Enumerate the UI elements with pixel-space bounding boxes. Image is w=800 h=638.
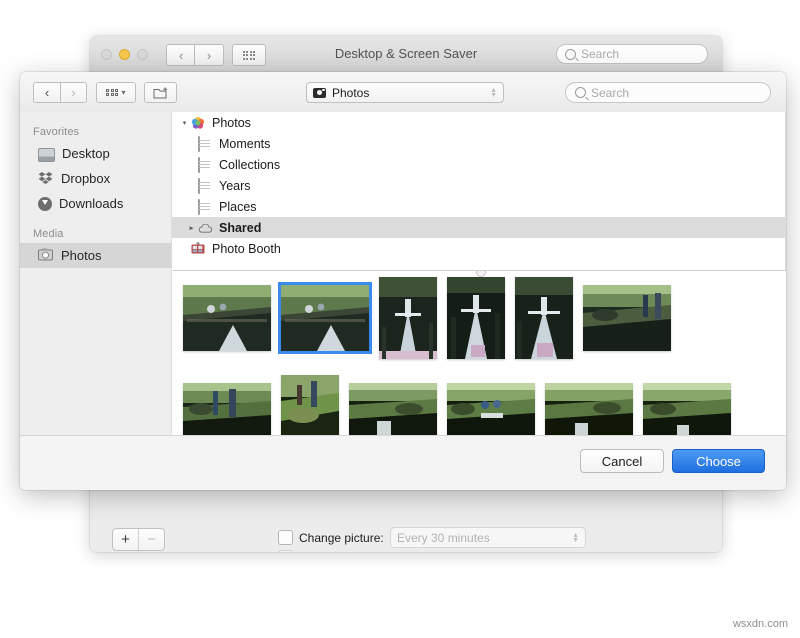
thumbnail-browser (173, 270, 786, 436)
tree-row-photo-booth[interactable]: Photo Booth (172, 238, 785, 259)
sidebar-header-favorites: Favorites (20, 122, 171, 141)
add-folder-button[interactable]: + (113, 529, 138, 550)
watermark: wsxdn.com (733, 618, 788, 630)
sidebar-item-desktop[interactable]: Desktop (20, 141, 171, 166)
prefs-search-placeholder: Search (581, 47, 619, 61)
thumbnail-row (173, 383, 786, 436)
photo-thumbnail[interactable] (447, 383, 535, 436)
photo-thumbnail[interactable] (583, 285, 671, 351)
sidebar-item-label: Photos (61, 248, 101, 263)
tree-row-label: Photo Booth (212, 242, 281, 256)
tree-row-label: Photos (212, 116, 251, 130)
navigate-forward-button[interactable]: › (60, 82, 87, 103)
chevron-updown-icon: ▲▼ (490, 88, 497, 98)
random-order-label: Random order (299, 551, 376, 553)
folder-icon (198, 137, 213, 151)
photo-thumbnail[interactable] (643, 383, 731, 436)
sidebar: Favorites Desktop Dropbox (20, 112, 172, 436)
sidebar-item-label: Dropbox (61, 171, 110, 186)
thumbnail-row (173, 285, 786, 359)
tree-row-years[interactable]: Years (172, 175, 785, 196)
search-icon (575, 87, 586, 98)
disclosure-triangle-icon[interactable]: ▾ (178, 119, 191, 127)
random-order-row: Random order (278, 550, 376, 552)
tree-row-moments[interactable]: Moments (172, 133, 785, 154)
new-folder-icon (153, 86, 169, 100)
open-panel-toolbar: ‹ › ▾ Photos ▲▼ Search (20, 72, 786, 113)
folder-icon (198, 200, 213, 214)
tree-row-label: Collections (219, 158, 280, 172)
cloud-icon (198, 221, 213, 235)
folder-icon (198, 158, 213, 172)
navigate-back-button[interactable]: ‹ (33, 82, 60, 103)
tree-row-label: Moments (219, 137, 270, 151)
folder-icon (198, 179, 213, 193)
photos-app-icon (191, 116, 206, 130)
view-mode-button[interactable]: ▾ (96, 82, 136, 103)
location-popup-label: Photos (332, 86, 490, 100)
tree-row-label: Years (219, 179, 251, 193)
sidebar-item-downloads[interactable]: Downloads (20, 191, 171, 216)
sidebar-item-label: Downloads (59, 196, 123, 211)
prefs-search-field[interactable]: Search (556, 44, 708, 64)
tree-row-shared[interactable]: ▸ Shared (172, 217, 785, 238)
cancel-button[interactable]: Cancel (580, 449, 664, 473)
photo-booth-icon (191, 242, 206, 256)
change-picture-interval-value: Every 30 minutes (397, 531, 572, 545)
add-remove-folder-group: + − (112, 528, 165, 551)
splitter-handle[interactable] (476, 270, 486, 277)
photo-thumbnail[interactable] (183, 383, 271, 436)
photo-thumbnail[interactable] (349, 383, 437, 436)
random-order-checkbox[interactable] (278, 550, 293, 552)
dropbox-icon (38, 171, 54, 187)
change-picture-row: Change picture: (278, 530, 384, 545)
chevron-updown-icon: ▲▼ (572, 533, 579, 543)
change-picture-label: Change picture: (299, 531, 384, 545)
photos-app-icon (38, 248, 54, 264)
camera-icon (313, 88, 326, 98)
photo-thumbnail[interactable] (183, 285, 271, 351)
open-panel-sheet: ‹ › ▾ Photos ▲▼ Search Favorites (20, 72, 786, 490)
open-panel-search-placeholder: Search (591, 86, 629, 100)
open-panel-search-field[interactable]: Search (565, 82, 771, 103)
sidebar-item-label: Desktop (62, 146, 110, 161)
change-picture-interval-select[interactable]: Every 30 minutes ▲▼ (390, 527, 586, 548)
search-icon (565, 49, 576, 60)
photo-thumbnail[interactable] (447, 277, 505, 359)
tree-row-label: Places (219, 200, 257, 214)
chevron-down-icon: ▾ (121, 88, 125, 97)
icon-view-icon (106, 89, 118, 97)
photo-thumbnail[interactable] (379, 277, 437, 359)
tree-row-places[interactable]: Places (172, 196, 785, 217)
choose-button[interactable]: Choose (672, 449, 765, 473)
remove-folder-button[interactable]: − (138, 529, 164, 550)
sidebar-header-media: Media (20, 224, 171, 243)
tree-row-collections[interactable]: Collections (172, 154, 785, 175)
tree-row-label: Shared (219, 221, 261, 235)
photo-thumbnail-selected[interactable] (281, 285, 369, 351)
chevron-right-icon: › (71, 85, 75, 100)
sidebar-item-dropbox[interactable]: Dropbox (20, 166, 171, 191)
photo-thumbnail[interactable] (281, 375, 339, 436)
new-folder-button[interactable] (144, 82, 177, 103)
sidebar-item-photos[interactable]: Photos (20, 243, 171, 268)
photo-thumbnail[interactable] (515, 277, 573, 359)
desktop-icon (38, 148, 55, 162)
prefs-titlebar: ‹ › Desktop & Screen Saver Search (90, 36, 722, 73)
change-picture-checkbox[interactable] (278, 530, 293, 545)
tree-row-photos[interactable]: ▾ Photos (172, 112, 785, 133)
downloads-icon (38, 197, 52, 211)
disclosure-triangle-icon[interactable]: ▸ (185, 224, 198, 232)
photo-thumbnail[interactable] (545, 383, 633, 436)
location-popup-button[interactable]: Photos ▲▼ (306, 82, 504, 103)
chevron-left-icon: ‹ (45, 85, 49, 100)
open-panel-bottom-bar: Cancel Choose (20, 435, 786, 490)
